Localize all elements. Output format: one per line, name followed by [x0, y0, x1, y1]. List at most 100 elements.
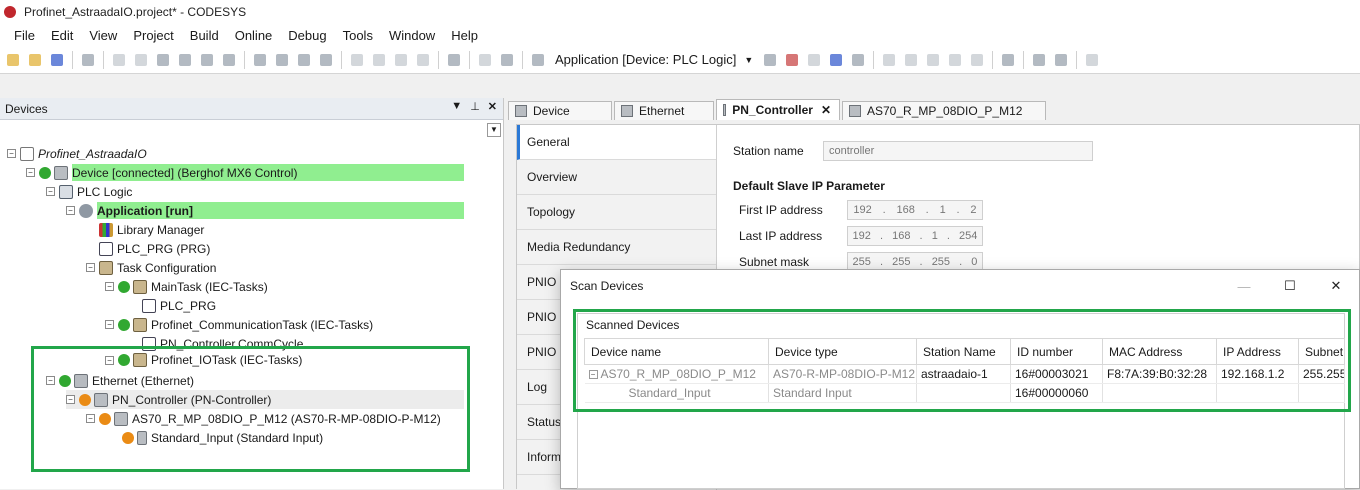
- application-icon: [79, 203, 93, 218]
- subnet-mask-label: Subnet mask: [739, 255, 810, 269]
- tab-device[interactable]: Device: [508, 101, 612, 120]
- step-over-icon[interactable]: [902, 51, 920, 69]
- start-icon[interactable]: [805, 51, 823, 69]
- menu-tools[interactable]: Tools: [335, 28, 381, 43]
- side-tab-overview[interactable]: Overview: [517, 160, 716, 195]
- tree-node-task-configuration[interactable]: − Task Configuration: [86, 258, 216, 277]
- copy-icon[interactable]: [176, 51, 194, 69]
- tree-node-application[interactable]: − Application [run]: [66, 201, 464, 220]
- status-running-icon: [39, 166, 51, 179]
- task-config-icon: [99, 260, 113, 275]
- tree-node-plc-prg[interactable]: PLC_PRG (PRG): [99, 239, 210, 258]
- cut-icon[interactable]: [154, 51, 172, 69]
- run-to-cursor-icon[interactable]: [968, 51, 986, 69]
- menu-help[interactable]: Help: [443, 28, 486, 43]
- build-icon[interactable]: [529, 51, 547, 69]
- device-icon: [515, 105, 527, 117]
- object-icon[interactable]: [445, 51, 463, 69]
- tree-node-project[interactable]: − Profinet_AstraadaIO: [7, 144, 147, 163]
- menu-bar: File Edit View Project Build Online Debu…: [0, 24, 1360, 46]
- menu-debug[interactable]: Debug: [280, 28, 334, 43]
- side-tab-topology[interactable]: Topology: [517, 195, 716, 230]
- tree-node-device[interactable]: − Device [connected] (Berghof MX6 Contro…: [26, 163, 464, 182]
- minimize-icon[interactable]: —: [1221, 270, 1267, 302]
- window-title: Profinet_AstraadaIO.project* - CODESYS: [24, 5, 247, 19]
- add-object-icon[interactable]: [476, 51, 494, 69]
- default-slave-ip-title: Default Slave IP Parameter: [733, 179, 885, 193]
- tree-node-library-manager[interactable]: Library Manager: [99, 220, 204, 239]
- menu-project[interactable]: Project: [125, 28, 181, 43]
- tree-node-main-task-plc-prg[interactable]: PLC_PRG: [142, 296, 216, 315]
- chevron-down-icon[interactable]: ▼: [487, 123, 501, 137]
- editor-tabs: Device Ethernet PN_Controller ✕ AS70_R_M…: [508, 98, 1360, 120]
- window-titlebar: Profinet_AstraadaIO.project* - CODESYS: [0, 0, 1360, 24]
- station-name-field[interactable]: controller: [823, 141, 1093, 161]
- bookmark-icon[interactable]: [348, 51, 366, 69]
- close-icon[interactable]: ✕: [1313, 270, 1359, 302]
- status-running-icon: [118, 280, 130, 293]
- login-icon[interactable]: [761, 51, 779, 69]
- stop-icon[interactable]: [827, 51, 845, 69]
- close-icon[interactable]: ✕: [488, 100, 497, 113]
- tab-pn-controller[interactable]: PN_Controller ✕: [716, 99, 840, 120]
- menu-online[interactable]: Online: [227, 28, 281, 43]
- find-selected-icon[interactable]: [295, 51, 313, 69]
- export-icon[interactable]: [498, 51, 516, 69]
- prev-bookmark-icon[interactable]: [370, 51, 388, 69]
- breakpoint-icon[interactable]: [880, 51, 898, 69]
- menu-window[interactable]: Window: [381, 28, 443, 43]
- active-application-select[interactable]: Application [Device: PLC Logic] ▼: [551, 49, 757, 71]
- next-bookmark-icon[interactable]: [392, 51, 410, 69]
- plc-logic-icon: [59, 184, 73, 199]
- find-icon[interactable]: [251, 51, 269, 69]
- write-values-icon[interactable]: [1030, 51, 1048, 69]
- logout-icon[interactable]: [783, 51, 801, 69]
- step-out-icon[interactable]: [946, 51, 964, 69]
- program-icon: [99, 241, 113, 256]
- step-into-icon[interactable]: [924, 51, 942, 69]
- panel-menu-icon[interactable]: ▼: [451, 100, 462, 113]
- save-icon[interactable]: [48, 51, 66, 69]
- menu-build[interactable]: Build: [182, 28, 227, 43]
- replace-icon[interactable]: [317, 51, 335, 69]
- side-tab-media-redundancy[interactable]: Media Redundancy: [517, 230, 716, 265]
- annotation-highlight-box: [31, 346, 470, 472]
- redo-icon[interactable]: [132, 51, 150, 69]
- show-next-statement-icon[interactable]: [999, 51, 1017, 69]
- close-tab-icon[interactable]: ✕: [821, 103, 831, 117]
- reset-icon[interactable]: [849, 51, 867, 69]
- annotation-highlight-box: [573, 309, 1351, 412]
- last-ip-field[interactable]: 192. 168. 1. 254: [847, 226, 983, 246]
- dialog-titlebar: Scan Devices — ☐ ✕: [561, 270, 1359, 302]
- menu-edit[interactable]: Edit: [43, 28, 81, 43]
- tab-as70-device[interactable]: AS70_R_MP_08DIO_P_M12: [842, 101, 1046, 120]
- device-icon: [54, 165, 68, 180]
- menu-view[interactable]: View: [81, 28, 125, 43]
- program-icon: [142, 298, 156, 313]
- tree-node-communication-task[interactable]: − Profinet_CommunicationTask (IEC-Tasks): [105, 315, 373, 334]
- chevron-down-icon: ▼: [744, 54, 754, 65]
- paste-icon[interactable]: [198, 51, 216, 69]
- station-name-label: Station name: [733, 144, 804, 158]
- undo-icon[interactable]: [110, 51, 128, 69]
- pin-icon[interactable]: ⊥: [470, 100, 480, 113]
- last-ip-label: Last IP address: [739, 229, 823, 243]
- last-ip-row: Last IP address 192. 168. 1. 254: [739, 226, 983, 246]
- delete-icon[interactable]: [220, 51, 238, 69]
- task-icon: [133, 279, 147, 294]
- find-next-icon[interactable]: [273, 51, 291, 69]
- maximize-icon[interactable]: ☐: [1267, 270, 1313, 302]
- tab-ethernet[interactable]: Ethernet: [614, 101, 714, 120]
- menu-file[interactable]: File: [6, 28, 43, 43]
- tree-node-main-task[interactable]: − MainTask (IEC-Tasks): [105, 277, 268, 296]
- print-icon[interactable]: [79, 51, 97, 69]
- force-values-icon[interactable]: [1052, 51, 1070, 69]
- clear-bookmark-icon[interactable]: [414, 51, 432, 69]
- toggle-icon[interactable]: [1083, 51, 1101, 69]
- new-file-icon[interactable]: [4, 51, 22, 69]
- side-tab-general[interactable]: General: [517, 125, 716, 160]
- tree-node-plc-logic[interactable]: − PLC Logic: [46, 182, 132, 201]
- active-application-label: Application [Device: PLC Logic]: [555, 52, 737, 67]
- first-ip-field[interactable]: 192. 168. 1. 2: [847, 200, 983, 220]
- open-folder-icon[interactable]: [26, 51, 44, 69]
